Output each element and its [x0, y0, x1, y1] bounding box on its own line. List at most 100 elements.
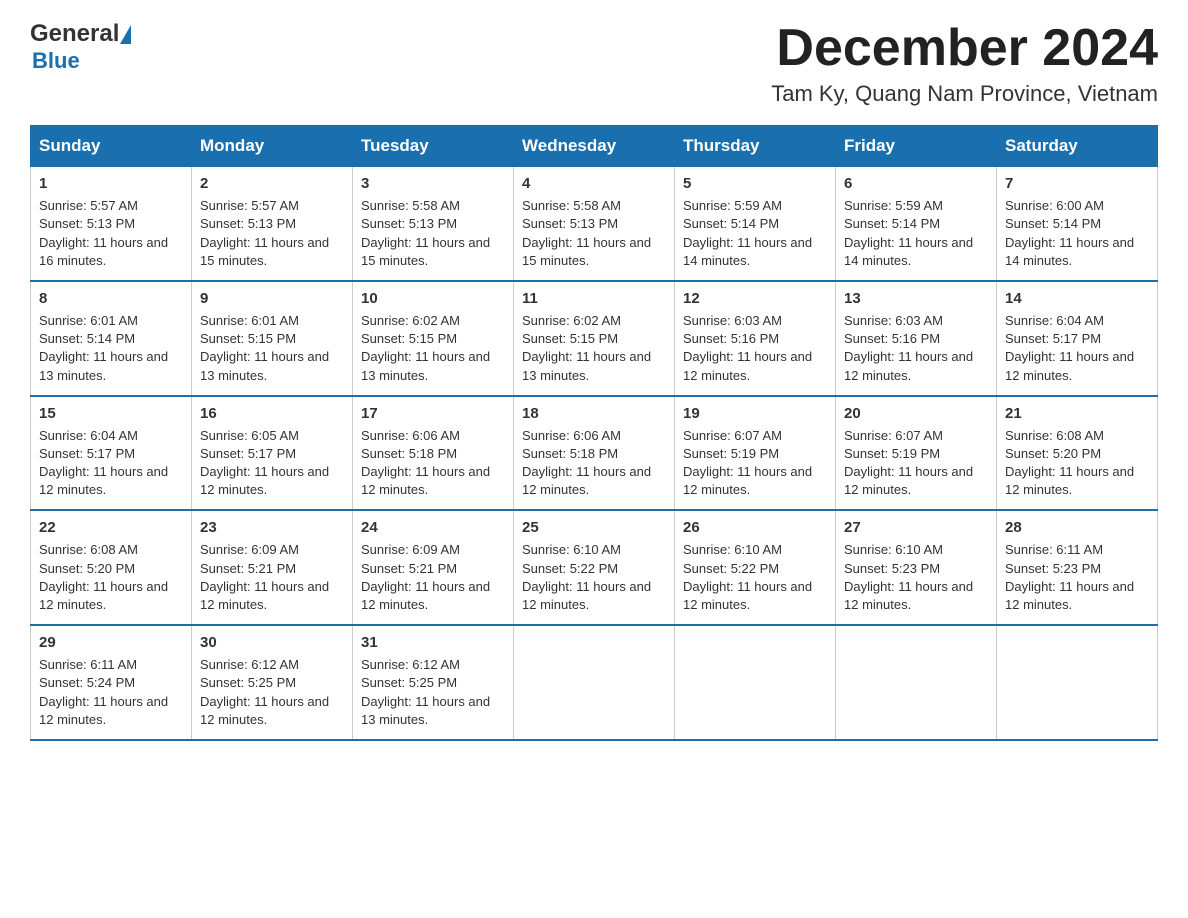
calendar-cell: 7Sunrise: 6:00 AMSunset: 5:14 PMDaylight… — [997, 167, 1158, 281]
daylight-text: Daylight: 11 hours and 14 minutes. — [1005, 235, 1134, 268]
sunset-text: Sunset: 5:17 PM — [200, 446, 296, 461]
calendar-cell: 3Sunrise: 5:58 AMSunset: 5:13 PMDaylight… — [353, 167, 514, 281]
day-number: 17 — [361, 403, 505, 424]
calendar-cell: 4Sunrise: 5:58 AMSunset: 5:13 PMDaylight… — [514, 167, 675, 281]
calendar-cell — [675, 625, 836, 740]
day-number: 8 — [39, 288, 183, 309]
logo-triangle-icon — [120, 25, 131, 44]
calendar-cell: 23Sunrise: 6:09 AMSunset: 5:21 PMDayligh… — [192, 510, 353, 625]
sunrise-text: Sunrise: 6:10 AM — [844, 542, 943, 557]
sunset-text: Sunset: 5:22 PM — [522, 561, 618, 576]
page-title: December 2024 — [771, 20, 1158, 77]
daylight-text: Daylight: 11 hours and 12 minutes. — [522, 464, 651, 497]
sunrise-text: Sunrise: 6:02 AM — [522, 313, 621, 328]
calendar-cell: 31Sunrise: 6:12 AMSunset: 5:25 PMDayligh… — [353, 625, 514, 740]
sunrise-text: Sunrise: 6:07 AM — [683, 428, 782, 443]
calendar-cell: 6Sunrise: 5:59 AMSunset: 5:14 PMDaylight… — [836, 167, 997, 281]
daylight-text: Daylight: 11 hours and 12 minutes. — [522, 579, 651, 612]
sunrise-text: Sunrise: 5:58 AM — [522, 198, 621, 213]
daylight-text: Daylight: 11 hours and 15 minutes. — [200, 235, 329, 268]
calendar-cell: 16Sunrise: 6:05 AMSunset: 5:17 PMDayligh… — [192, 396, 353, 511]
day-number: 26 — [683, 517, 827, 538]
calendar-cell: 1Sunrise: 5:57 AMSunset: 5:13 PMDaylight… — [31, 167, 192, 281]
daylight-text: Daylight: 11 hours and 12 minutes. — [361, 464, 490, 497]
sunset-text: Sunset: 5:13 PM — [200, 216, 296, 231]
sunset-text: Sunset: 5:13 PM — [39, 216, 135, 231]
sunrise-text: Sunrise: 6:07 AM — [844, 428, 943, 443]
calendar-header-row: SundayMondayTuesdayWednesdayThursdayFrid… — [31, 126, 1158, 167]
day-number: 10 — [361, 288, 505, 309]
calendar-header: SundayMondayTuesdayWednesdayThursdayFrid… — [31, 126, 1158, 167]
daylight-text: Daylight: 11 hours and 12 minutes. — [39, 579, 168, 612]
calendar-col-sunday: Sunday — [31, 126, 192, 167]
sunrise-text: Sunrise: 5:59 AM — [844, 198, 943, 213]
sunset-text: Sunset: 5:14 PM — [39, 331, 135, 346]
sunrise-text: Sunrise: 5:59 AM — [683, 198, 782, 213]
logo-line1: General — [30, 20, 131, 48]
calendar-cell: 20Sunrise: 6:07 AMSunset: 5:19 PMDayligh… — [836, 396, 997, 511]
daylight-text: Daylight: 11 hours and 15 minutes. — [361, 235, 490, 268]
sunrise-text: Sunrise: 6:08 AM — [39, 542, 138, 557]
title-block: December 2024 Tam Ky, Quang Nam Province… — [771, 20, 1158, 107]
calendar-col-saturday: Saturday — [997, 126, 1158, 167]
daylight-text: Daylight: 11 hours and 12 minutes. — [844, 464, 973, 497]
sunrise-text: Sunrise: 5:57 AM — [39, 198, 138, 213]
daylight-text: Daylight: 11 hours and 12 minutes. — [844, 349, 973, 382]
calendar-cell: 19Sunrise: 6:07 AMSunset: 5:19 PMDayligh… — [675, 396, 836, 511]
sunrise-text: Sunrise: 5:57 AM — [200, 198, 299, 213]
sunrise-text: Sunrise: 6:00 AM — [1005, 198, 1104, 213]
day-number: 4 — [522, 173, 666, 194]
day-number: 25 — [522, 517, 666, 538]
daylight-text: Daylight: 11 hours and 12 minutes. — [361, 579, 490, 612]
sunset-text: Sunset: 5:15 PM — [361, 331, 457, 346]
daylight-text: Daylight: 11 hours and 12 minutes. — [683, 464, 812, 497]
sunrise-text: Sunrise: 6:08 AM — [1005, 428, 1104, 443]
sunrise-text: Sunrise: 6:01 AM — [39, 313, 138, 328]
calendar-cell: 9Sunrise: 6:01 AMSunset: 5:15 PMDaylight… — [192, 281, 353, 396]
day-number: 13 — [844, 288, 988, 309]
calendar-week-3: 15Sunrise: 6:04 AMSunset: 5:17 PMDayligh… — [31, 396, 1158, 511]
sunrise-text: Sunrise: 6:03 AM — [844, 313, 943, 328]
calendar-cell: 26Sunrise: 6:10 AMSunset: 5:22 PMDayligh… — [675, 510, 836, 625]
sunset-text: Sunset: 5:21 PM — [200, 561, 296, 576]
calendar-cell: 24Sunrise: 6:09 AMSunset: 5:21 PMDayligh… — [353, 510, 514, 625]
calendar-body: 1Sunrise: 5:57 AMSunset: 5:13 PMDaylight… — [31, 167, 1158, 740]
daylight-text: Daylight: 11 hours and 13 minutes. — [200, 349, 329, 382]
sunrise-text: Sunrise: 6:02 AM — [361, 313, 460, 328]
daylight-text: Daylight: 11 hours and 12 minutes. — [39, 464, 168, 497]
calendar-cell: 29Sunrise: 6:11 AMSunset: 5:24 PMDayligh… — [31, 625, 192, 740]
calendar-cell: 12Sunrise: 6:03 AMSunset: 5:16 PMDayligh… — [675, 281, 836, 396]
page-subtitle: Tam Ky, Quang Nam Province, Vietnam — [771, 81, 1158, 107]
day-number: 21 — [1005, 403, 1149, 424]
calendar-cell: 2Sunrise: 5:57 AMSunset: 5:13 PMDaylight… — [192, 167, 353, 281]
daylight-text: Daylight: 11 hours and 12 minutes. — [200, 694, 329, 727]
daylight-text: Daylight: 11 hours and 12 minutes. — [683, 349, 812, 382]
sunset-text: Sunset: 5:17 PM — [39, 446, 135, 461]
calendar-cell: 25Sunrise: 6:10 AMSunset: 5:22 PMDayligh… — [514, 510, 675, 625]
calendar-cell: 10Sunrise: 6:02 AMSunset: 5:15 PMDayligh… — [353, 281, 514, 396]
sunset-text: Sunset: 5:13 PM — [522, 216, 618, 231]
daylight-text: Daylight: 11 hours and 12 minutes. — [1005, 579, 1134, 612]
sunrise-text: Sunrise: 6:06 AM — [522, 428, 621, 443]
sunrise-text: Sunrise: 6:12 AM — [200, 657, 299, 672]
calendar-cell: 14Sunrise: 6:04 AMSunset: 5:17 PMDayligh… — [997, 281, 1158, 396]
sunset-text: Sunset: 5:14 PM — [1005, 216, 1101, 231]
sunset-text: Sunset: 5:15 PM — [522, 331, 618, 346]
sunset-text: Sunset: 5:22 PM — [683, 561, 779, 576]
day-number: 11 — [522, 288, 666, 309]
sunset-text: Sunset: 5:24 PM — [39, 675, 135, 690]
sunset-text: Sunset: 5:25 PM — [200, 675, 296, 690]
day-number: 5 — [683, 173, 827, 194]
daylight-text: Daylight: 11 hours and 12 minutes. — [1005, 464, 1134, 497]
sunset-text: Sunset: 5:16 PM — [683, 331, 779, 346]
day-number: 22 — [39, 517, 183, 538]
calendar-cell: 15Sunrise: 6:04 AMSunset: 5:17 PMDayligh… — [31, 396, 192, 511]
day-number: 6 — [844, 173, 988, 194]
sunrise-text: Sunrise: 6:04 AM — [39, 428, 138, 443]
sunrise-text: Sunrise: 6:11 AM — [39, 657, 137, 672]
day-number: 18 — [522, 403, 666, 424]
day-number: 12 — [683, 288, 827, 309]
day-number: 9 — [200, 288, 344, 309]
sunset-text: Sunset: 5:25 PM — [361, 675, 457, 690]
sunset-text: Sunset: 5:14 PM — [683, 216, 779, 231]
